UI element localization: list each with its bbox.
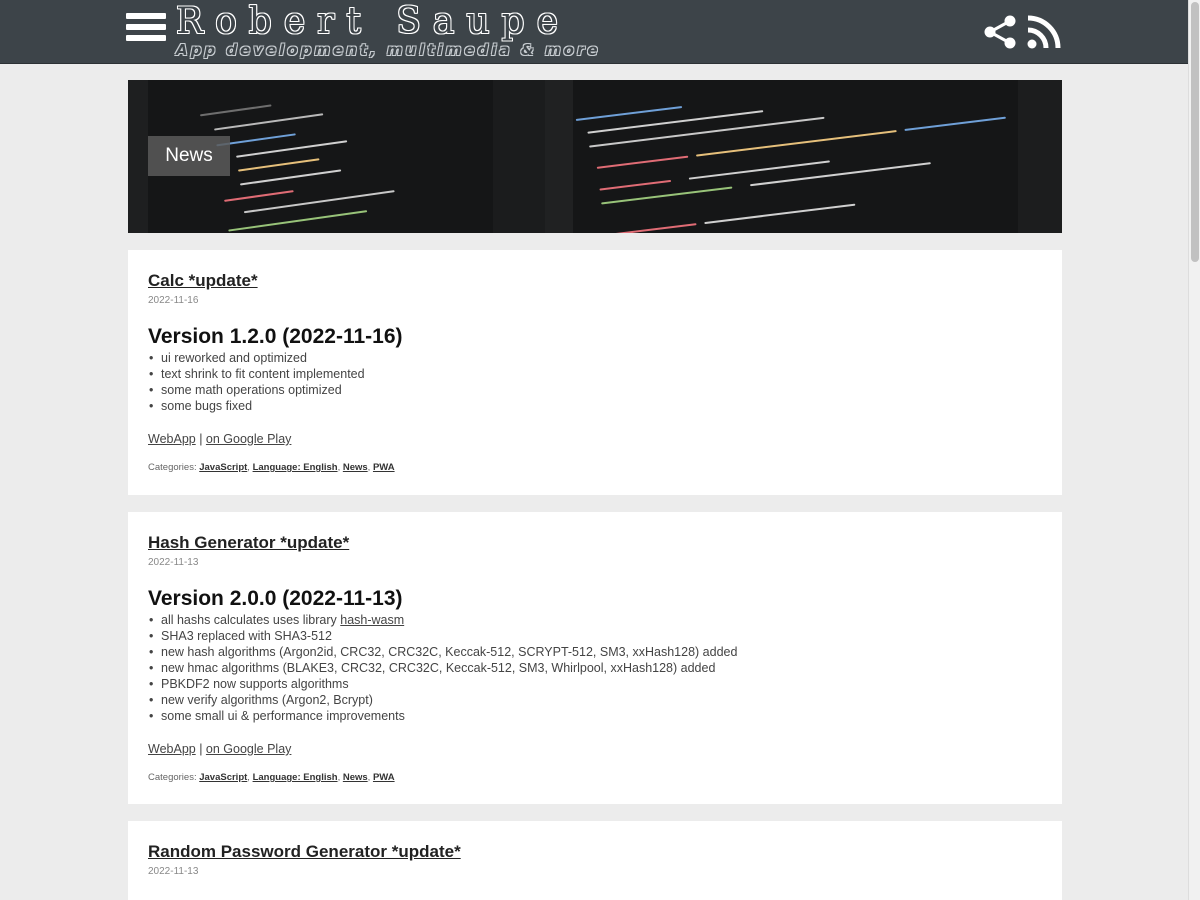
site-logo[interactable]: Robert Saupe App development, multimedia…	[176, 1, 601, 59]
hero-banner: News	[128, 80, 1062, 233]
post-title-link[interactable]: Calc *update*	[148, 270, 1042, 292]
rss-feed-icon[interactable]	[1026, 14, 1062, 50]
version-heading: Version 1.2.0 (2022-11-16)	[148, 325, 403, 348]
category-link-news[interactable]: News	[343, 772, 368, 783]
app-links: WebApp | on Google Play	[148, 741, 1042, 757]
hero-label: News	[148, 136, 230, 176]
post-card: Random Password Generator *update* 2022-…	[128, 821, 1062, 900]
changelog-item: ui reworked and optimized	[148, 350, 1042, 366]
category-link-pwa[interactable]: PWA	[373, 772, 395, 783]
link-separator: |	[195, 742, 206, 756]
webapp-link[interactable]: WebApp	[148, 432, 196, 446]
changelog-item: some math operations optimized	[148, 382, 1042, 398]
changelog-list: all hashs calculates uses library hash-w…	[148, 612, 1042, 724]
changelog-item: new verify algorithms (Argon2, Bcrypt)	[148, 692, 1042, 708]
post-categories: Categories: JavaScript, Language: Englis…	[148, 462, 395, 473]
changelog-text: all hashs calculates uses library	[161, 613, 341, 627]
google-play-link[interactable]: on Google Play	[206, 432, 291, 446]
changelog-item: some bugs fixed	[148, 398, 1042, 414]
post-date: 2022-11-13	[148, 557, 199, 568]
category-link-language-english[interactable]: Language: English	[253, 462, 338, 473]
google-play-link[interactable]: on Google Play	[206, 742, 291, 756]
changelog-item: all hashs calculates uses library hash-w…	[148, 612, 1042, 628]
version-heading: Version 2.0.0 (2022-11-13)	[148, 587, 403, 610]
category-link-news[interactable]: News	[343, 462, 368, 473]
page-scrollbar[interactable]	[1188, 0, 1200, 900]
categories-label: Categories:	[148, 462, 197, 473]
categories-label: Categories:	[148, 772, 197, 783]
changelog-list: ui reworked and optimized text shrink to…	[148, 350, 1042, 414]
app-links: WebApp | on Google Play	[148, 431, 1042, 447]
link-separator: |	[195, 432, 206, 446]
hamburger-menu-icon[interactable]	[126, 13, 166, 51]
post-card: Calc *update* 2022-11-16 Version 1.2.0 (…	[128, 250, 1062, 495]
category-link-pwa[interactable]: PWA	[373, 462, 395, 473]
share-icon[interactable]	[982, 14, 1018, 50]
site-header: Robert Saupe App development, multimedia…	[0, 0, 1188, 64]
changelog-item: SHA3 replaced with SHA3-512	[148, 628, 1042, 644]
hash-wasm-link[interactable]: hash-wasm	[340, 613, 404, 627]
post-date: 2022-11-16	[148, 295, 199, 306]
post-title-link[interactable]: Hash Generator *update*	[148, 532, 1042, 554]
site-tagline: App development, multimedia & more	[176, 41, 601, 59]
changelog-item: new hash algorithms (Argon2id, CRC32, CR…	[148, 644, 1042, 660]
post-title-link[interactable]: Random Password Generator *update*	[148, 841, 1042, 863]
changelog-item: PBKDF2 now supports algorithms	[148, 676, 1042, 692]
webapp-link[interactable]: WebApp	[148, 742, 196, 756]
site-name: Robert Saupe	[176, 1, 570, 42]
post-date: 2022-11-13	[148, 866, 199, 877]
changelog-item: text shrink to fit content implemented	[148, 366, 1042, 382]
scrollbar-thumb[interactable]	[1191, 2, 1199, 262]
category-link-javascript[interactable]: JavaScript	[199, 462, 247, 473]
post-categories: Categories: JavaScript, Language: Englis…	[148, 772, 395, 783]
changelog-item: new hmac algorithms (BLAKE3, CRC32, CRC3…	[148, 660, 1042, 676]
category-link-javascript[interactable]: JavaScript	[199, 772, 247, 783]
changelog-item: some small ui & performance improvements	[148, 708, 1042, 724]
code-background-image	[128, 80, 1062, 233]
post-card: Hash Generator *update* 2022-11-13 Versi…	[128, 512, 1062, 804]
category-link-language-english[interactable]: Language: English	[253, 772, 338, 783]
